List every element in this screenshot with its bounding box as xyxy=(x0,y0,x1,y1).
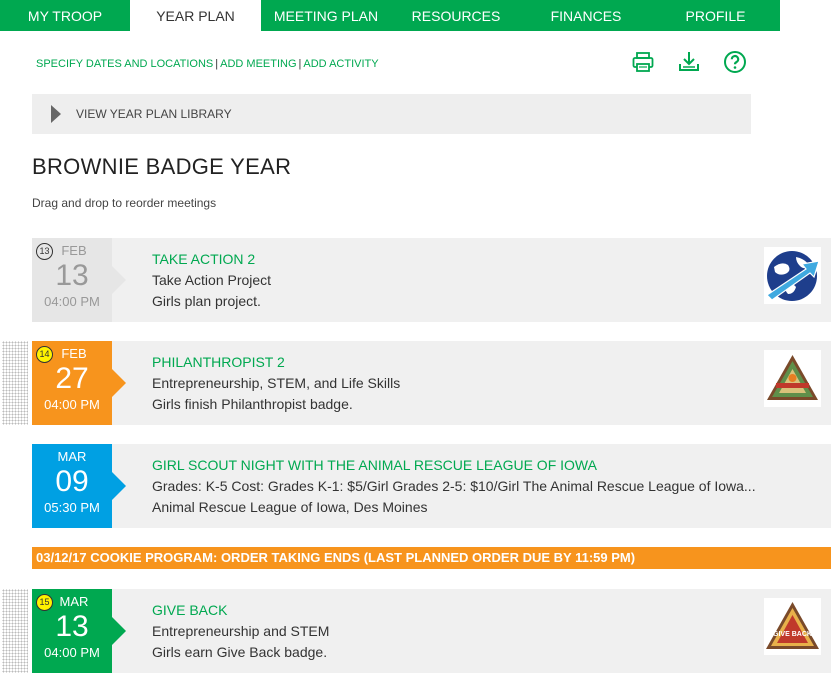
meeting-description: Entrepreneurship and STEM xyxy=(152,623,330,639)
meeting-detail: Girls plan project. xyxy=(152,293,261,309)
date-box: 15 MAR 13 04:00 PM xyxy=(32,589,126,673)
date-month: MAR xyxy=(59,594,89,609)
meeting-detail: Girls finish Philanthropist badge. xyxy=(152,396,353,412)
date-arrow xyxy=(112,266,126,294)
drag-handle[interactable] xyxy=(2,589,28,673)
expand-triangle-icon xyxy=(51,105,61,123)
date-box: 14 FEB 27 04:00 PM xyxy=(32,341,126,425)
tab-my-troop[interactable]: MY TROOP xyxy=(0,0,130,31)
date-box: MAR 09 05:30 PM xyxy=(32,444,126,528)
date-time: 04:00 PM xyxy=(44,645,100,660)
cookie-program-banner: 03/12/17 COOKIE PROGRAM: ORDER TAKING EN… xyxy=(32,547,831,569)
add-activity-link[interactable]: ADD ACTIVITY xyxy=(303,58,378,70)
give-back-badge-text: GIVE BACK xyxy=(773,631,812,638)
tab-year-plan[interactable]: YEAR PLAN xyxy=(130,0,261,31)
date-day: 27 xyxy=(55,362,89,395)
page-title: BROWNIE BADGE YEAR xyxy=(32,154,292,179)
library-label: VIEW YEAR PLAN LIBRARY xyxy=(76,107,232,121)
meeting-row[interactable]: 14 FEB 27 04:00 PM PHILANTHROPIST 2 Entr… xyxy=(2,341,831,425)
date-arrow xyxy=(112,369,126,397)
tab-profile[interactable]: PROFILE xyxy=(651,0,780,31)
drag-hint: Drag and drop to reorder meetings xyxy=(32,196,217,210)
meeting-location: Animal Rescue League of Iowa, Des Moines xyxy=(152,499,428,515)
meeting-row[interactable]: MAR 09 05:30 PM GIRL SCOUT NIGHT WITH TH… xyxy=(32,444,831,528)
add-meeting-link[interactable]: ADD MEETING xyxy=(220,58,296,70)
drag-handle[interactable] xyxy=(2,341,28,425)
date-month: FEB xyxy=(61,346,87,361)
date-month: MAR xyxy=(57,449,87,464)
globe-arrow-icon xyxy=(764,247,821,304)
meeting-description: Take Action Project xyxy=(152,272,272,288)
tab-resources[interactable]: RESOURCES xyxy=(391,0,521,31)
date-month: FEB xyxy=(61,243,87,258)
meeting-title-link[interactable]: TAKE ACTION 2 xyxy=(152,251,255,267)
date-arrow xyxy=(112,472,126,500)
meeting-title-link[interactable]: GIRL SCOUT NIGHT WITH THE ANIMAL RESCUE … xyxy=(152,457,597,473)
meeting-detail: Girls earn Give Back badge. xyxy=(152,644,328,660)
date-day: 13 xyxy=(55,259,89,292)
meeting-title-link[interactable]: GIVE BACK xyxy=(152,602,227,618)
top-navigation: MY TROOP YEAR PLAN MEETING PLAN RESOURCE… xyxy=(0,0,780,31)
date-arrow xyxy=(112,617,126,645)
meeting-description: Grades: K-5 Cost: Grades K-1: $5/Girl Gr… xyxy=(152,478,756,494)
date-day: 09 xyxy=(55,465,89,498)
tab-meeting-plan[interactable]: MEETING PLAN xyxy=(261,0,391,31)
printer-icon[interactable] xyxy=(631,50,655,74)
meeting-title-link[interactable]: PHILANTHROPIST 2 xyxy=(152,354,285,370)
download-icon[interactable] xyxy=(677,50,701,74)
date-box: 13 FEB 13 04:00 PM xyxy=(32,238,126,322)
meeting-row[interactable]: 13 FEB 13 04:00 PM TAKE ACTION 2 Take Ac… xyxy=(32,238,831,322)
link-separator: | xyxy=(215,58,219,70)
tab-finances[interactable]: FINANCES xyxy=(521,0,651,31)
date-time: 05:30 PM xyxy=(44,500,100,515)
specify-dates-link[interactable]: SPECIFY DATES AND LOCATIONS xyxy=(36,58,213,70)
date-time: 04:00 PM xyxy=(44,294,100,309)
date-time: 04:00 PM xyxy=(44,397,100,412)
give-back-badge-icon: GIVE BACK xyxy=(764,598,821,655)
meeting-row[interactable]: 15 MAR 13 04:00 PM GIVE BACK Entrepreneu… xyxy=(2,589,831,673)
action-links: SPECIFY DATES AND LOCATIONS | ADD MEETING |… xyxy=(36,58,379,70)
date-day: 13 xyxy=(55,610,89,643)
year-plan-library-toggle[interactable]: VIEW YEAR PLAN LIBRARY xyxy=(32,94,751,134)
philanthropist-badge-icon xyxy=(764,350,821,407)
link-separator: | xyxy=(298,58,302,70)
help-icon[interactable] xyxy=(723,50,747,74)
meeting-description: Entrepreneurship, STEM, and Life Skills xyxy=(152,375,401,391)
